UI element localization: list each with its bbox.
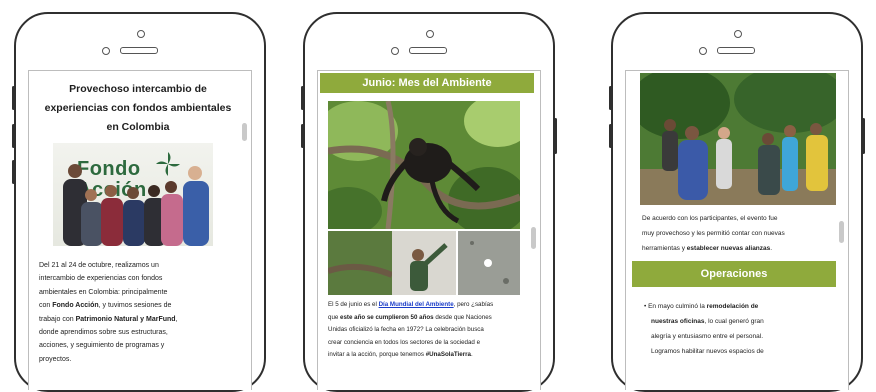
phone-mockup-1: Provechoso intercambio de experiencias c…	[12, 12, 266, 392]
scrollbar[interactable]	[839, 221, 844, 243]
link-dia-mundial-ambiente[interactable]: Día Mundial del Ambiente	[379, 301, 454, 308]
newsletter-screen-1[interactable]: Provechoso intercambio de experiencias c…	[28, 70, 252, 390]
side-button	[301, 124, 304, 148]
speaker-grille	[409, 47, 447, 54]
side-button	[12, 86, 15, 110]
side-button	[862, 118, 865, 154]
link-patrimonio-natural[interactable]: Patrimonio Natural y MarFund	[76, 316, 176, 323]
operations-list: • En mayo culminó la remodelación de nue…	[644, 299, 836, 359]
scrollbar[interactable]	[242, 123, 247, 141]
newsletter-screen-2[interactable]: Junio: Mes del Ambiente El 5 de junio es…	[317, 70, 541, 390]
speaker-grille	[717, 47, 755, 54]
camera-icon	[734, 30, 742, 38]
side-button	[12, 124, 15, 148]
article-body: Del 21 al 24 de octubre, realizamos un i…	[39, 262, 178, 363]
side-button	[609, 124, 612, 148]
article-body: De acuerdo con los participantes, el eve…	[642, 215, 785, 252]
group-photo: Fondo Acción	[53, 143, 213, 246]
camera-icon	[137, 30, 145, 38]
hashtag-una-sola-tierra[interactable]: #UnaSolaTierra	[426, 351, 471, 358]
phone-mockup-2: Junio: Mes del Ambiente El 5 de junio es…	[301, 12, 557, 392]
side-button	[554, 118, 557, 154]
speaker-grille	[120, 47, 158, 54]
trail-camera-photo	[458, 231, 520, 295]
outdoor-group-photo	[640, 73, 836, 205]
people-group	[63, 164, 209, 246]
side-button	[12, 160, 15, 184]
newsletter-screen-3[interactable]: De acuerdo con los participantes, el eve…	[625, 70, 849, 390]
scrollbar[interactable]	[531, 227, 536, 249]
phone-mockup-3: De acuerdo con los participantes, el eve…	[609, 12, 865, 392]
front-sensor-icon	[391, 47, 399, 55]
front-sensor-icon	[102, 47, 110, 55]
spider-monkey-photo	[328, 101, 520, 229]
article-body: El 5 de junio es el Día Mundial del Ambi…	[328, 301, 494, 359]
link-fondo-accion[interactable]: Fondo Acción	[52, 302, 98, 309]
monkey-illustration	[328, 101, 520, 229]
side-button	[609, 86, 612, 110]
side-button	[301, 86, 304, 110]
researcher-photo	[328, 231, 456, 295]
section-banner: Operaciones	[632, 261, 836, 287]
section-banner: Junio: Mes del Ambiente	[320, 73, 534, 93]
article-title: Provechoso intercambio de experiencias c…	[44, 83, 232, 133]
front-sensor-icon	[699, 47, 707, 55]
camera-icon	[426, 30, 434, 38]
list-item: • En mayo culminó la remodelación de	[644, 303, 759, 310]
